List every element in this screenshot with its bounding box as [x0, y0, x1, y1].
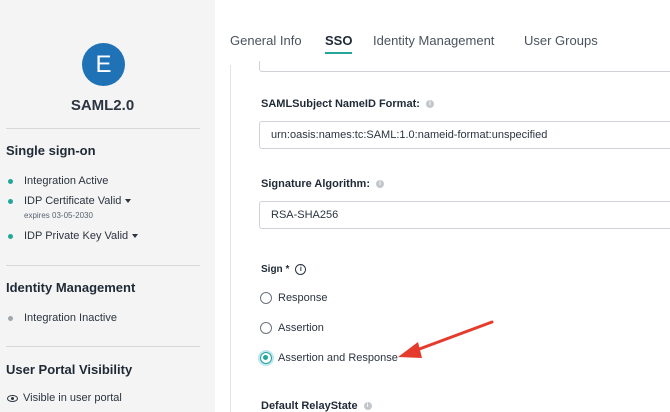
- status-idp-certificate[interactable]: IDP Certificate Valid: [8, 195, 132, 207]
- signature-algorithm-select[interactable]: RSA-SHA256: [259, 201, 670, 229]
- tab-user-groups[interactable]: User Groups: [524, 33, 598, 48]
- caret-down-icon[interactable]: [125, 199, 132, 203]
- radio-assertion-and-response[interactable]: Assertion and Response: [260, 352, 398, 364]
- tab-sso[interactable]: SSO: [325, 33, 353, 54]
- radio-button-selected[interactable]: [260, 352, 272, 364]
- status-integration-inactive: Integration Inactive: [8, 312, 117, 324]
- info-icon[interactable]: i: [363, 402, 372, 410]
- radio-button[interactable]: [260, 292, 272, 304]
- app-name: SAML2.0: [70, 97, 135, 114]
- certificate-expiry: expires 03-05-2030: [24, 211, 93, 220]
- nameid-format-label: SAMLSubject NameID Format: i: [261, 98, 434, 110]
- portal-section-title: User Portal Visibility: [6, 362, 133, 377]
- info-icon[interactable]: i: [425, 100, 434, 108]
- previous-field-input[interactable]: [259, 61, 670, 72]
- status-dot-gray: [8, 315, 13, 321]
- tab-identity-management[interactable]: Identity Management: [373, 33, 494, 48]
- sso-section-title: Single sign-on: [6, 143, 96, 158]
- divider: [6, 265, 200, 266]
- active-tab-indicator: [325, 52, 353, 54]
- sidebar: E SAML2.0 Single sign-on Integration Act…: [0, 0, 215, 412]
- status-label: Integration Inactive: [24, 312, 117, 324]
- radio-button[interactable]: [260, 322, 272, 334]
- eye-icon: [7, 394, 18, 402]
- radio-response[interactable]: Response: [260, 292, 328, 304]
- status-dot-green: [8, 233, 13, 239]
- tab-bar: General Info SSO Identity Management Use…: [215, 0, 670, 65]
- info-icon[interactable]: i: [375, 180, 384, 188]
- radio-assertion[interactable]: Assertion: [260, 322, 324, 334]
- sign-label: Sign * i: [261, 264, 307, 275]
- divider: [6, 128, 200, 129]
- signature-algorithm-label: Signature Algorithm: i: [261, 178, 384, 190]
- tab-general-info[interactable]: General Info: [230, 33, 302, 48]
- nameid-format-input[interactable]: urn:oasis:names:tc:SAML:1.0:nameid-forma…: [259, 121, 670, 149]
- relay-state-label: Default RelayState i: [261, 400, 372, 412]
- status-integration-active: Integration Active: [8, 175, 108, 187]
- sso-form: SAMLSubject NameID Format: i urn:oasis:n…: [230, 61, 670, 412]
- divider: [6, 346, 200, 347]
- app-avatar: E: [82, 43, 125, 86]
- status-label: Visible in user portal: [23, 392, 122, 404]
- status-dot-green: [8, 198, 13, 204]
- radio-label: Assertion and Response: [278, 352, 398, 364]
- radio-label: Assertion: [278, 322, 324, 334]
- caret-down-icon[interactable]: [132, 234, 139, 238]
- radio-label: Response: [278, 292, 328, 304]
- status-visible-in-portal: Visible in user portal: [7, 392, 122, 404]
- status-label: IDP Certificate Valid: [24, 195, 122, 207]
- identity-section-title: Identity Management: [6, 280, 136, 295]
- status-label: Integration Active: [24, 175, 109, 187]
- status-dot-green: [8, 178, 13, 184]
- info-icon[interactable]: i: [295, 264, 307, 275]
- status-idp-private-key[interactable]: IDP Private Key Valid: [8, 230, 139, 242]
- status-label: IDP Private Key Valid: [24, 230, 129, 242]
